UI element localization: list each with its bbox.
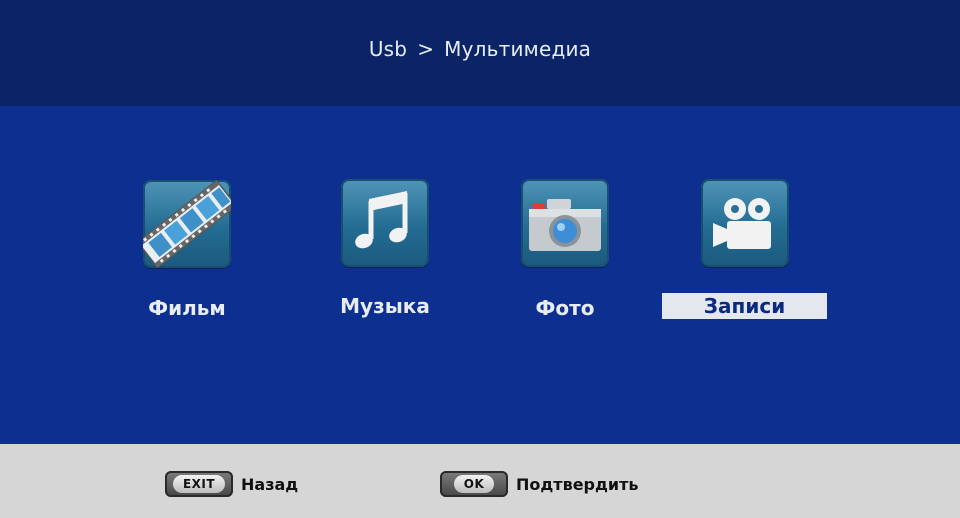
hint-exit: EXIT Назад <box>165 471 298 497</box>
exit-hint-text: Назад <box>241 474 299 494</box>
menu-label-music: Музыка <box>340 294 430 318</box>
menu-label-recordings[interactable]: Записи <box>662 293 827 319</box>
ok-hint-text: Подтвердить <box>516 474 639 494</box>
menu-item-recordings[interactable] <box>701 179 789 267</box>
breadcrumb: Usb > Мультимедиа <box>369 37 591 61</box>
menu-label-photo: Фото <box>535 296 595 320</box>
breadcrumb-separator: > <box>417 37 435 61</box>
hint-ok: OK Подтвердить <box>440 471 639 497</box>
multimedia-menu: Фильм Музыка Фото Записи <box>0 106 960 444</box>
camera-icon <box>529 199 601 251</box>
ok-key-label: OK <box>453 475 495 493</box>
ok-key-button[interactable]: OK <box>440 471 508 497</box>
menu-item-music[interactable] <box>341 179 429 267</box>
breadcrumb-source[interactable]: Usb <box>369 37 407 61</box>
exit-key-button[interactable]: EXIT <box>165 471 233 497</box>
film-strip-icon <box>143 180 231 268</box>
header-bar: Usb > Мультимедиа <box>0 0 960 106</box>
menu-item-photo[interactable] <box>521 179 609 267</box>
video-camera-icon <box>713 198 771 249</box>
exit-key-label: EXIT <box>172 475 226 493</box>
breadcrumb-current: Мультимедиа <box>444 37 592 61</box>
music-note-icon <box>355 191 408 249</box>
footer-hint-bar: EXIT Назад OK Подтвердить <box>0 444 960 518</box>
menu-label-film: Фильм <box>148 296 226 320</box>
menu-item-film[interactable] <box>143 180 231 268</box>
